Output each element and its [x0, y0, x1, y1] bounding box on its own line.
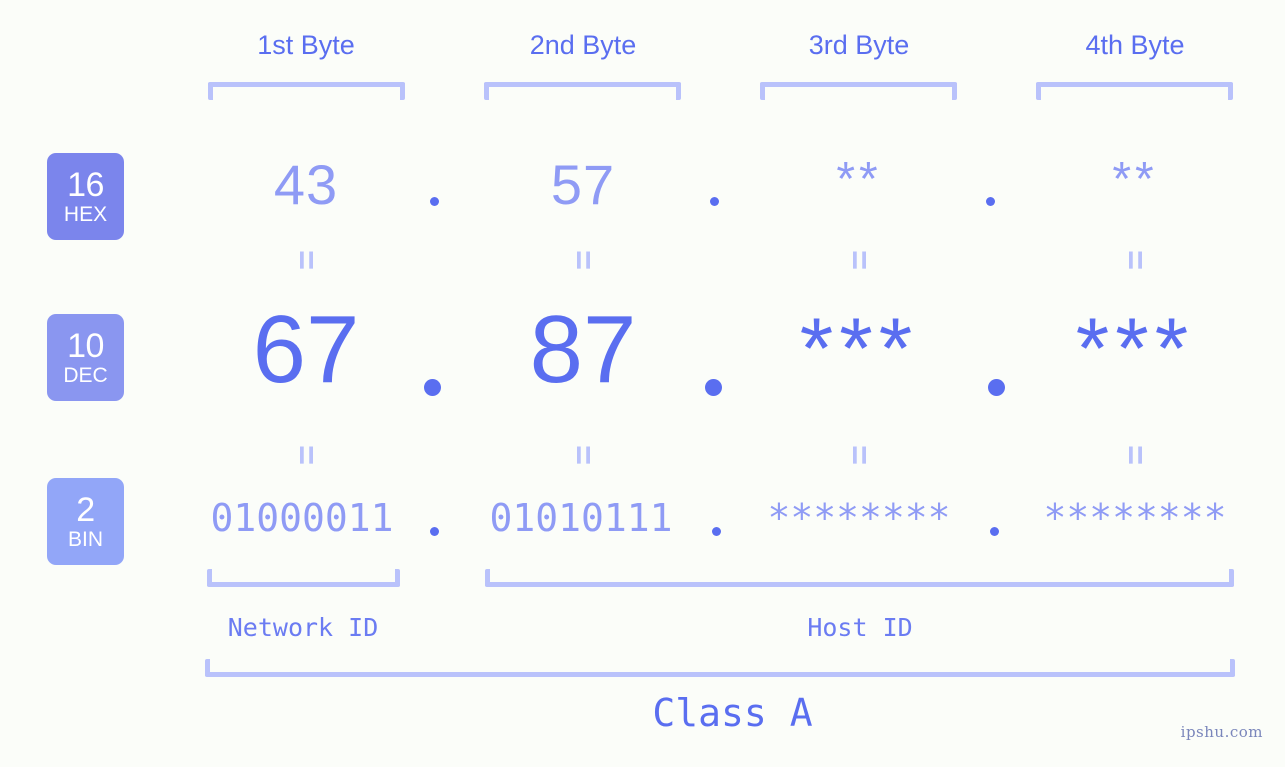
base-badge-hex-radix: 16 — [67, 166, 104, 204]
dec-value-byte-3: *** — [799, 301, 919, 397]
equals-icon-dec-bin-4: = — [1116, 445, 1154, 465]
dec-separator-dot-2 — [705, 379, 722, 396]
base-badge-dec: 10 DEC — [47, 314, 124, 401]
base-badge-hex-abbr: HEX — [63, 203, 108, 226]
byte-header-label-3: 3rd Byte — [808, 30, 910, 60]
bin-separator-dot-1 — [430, 527, 439, 536]
hex-separator-dot-2 — [710, 197, 719, 206]
ip-address-breakdown-diagram: 1st Byte 2nd Byte 3rd Byte 4th Byte 16 H… — [0, 0, 1285, 767]
dec-value-byte-4: *** — [1075, 301, 1195, 397]
byte-bracket-top-1 — [208, 82, 405, 100]
bin-value-byte-4: ******** — [1043, 496, 1227, 540]
byte-header-label-4: 4th Byte — [1085, 30, 1185, 60]
equals-icon-dec-bin-1: = — [287, 445, 325, 465]
base-badge-dec-abbr: DEC — [63, 364, 108, 387]
equals-icon-hex-dec-1: = — [287, 250, 325, 270]
equals-icon-hex-dec-4: = — [1116, 250, 1154, 270]
host-id-label: Host ID — [807, 613, 913, 642]
network-id-label: Network ID — [227, 613, 379, 642]
byte-bracket-top-4 — [1036, 82, 1233, 100]
host-id-bracket — [485, 569, 1234, 587]
byte-header-label-2: 2nd Byte — [529, 30, 637, 60]
dec-value-byte-1: 67 — [252, 296, 360, 403]
bin-value-byte-3: ******** — [767, 496, 951, 540]
base-badge-bin-abbr: BIN — [67, 528, 103, 551]
site-watermark: ipshu.com — [1180, 723, 1263, 741]
hex-value-byte-1: 43 — [273, 153, 339, 216]
dec-separator-dot-3 — [988, 379, 1005, 396]
hex-value-byte-4: ** — [1112, 153, 1158, 206]
equals-icon-hex-dec-3: = — [840, 250, 878, 270]
hex-separator-dot-3 — [986, 197, 995, 206]
dec-separator-dot-1 — [424, 379, 441, 396]
bin-value-byte-2: 01010111 — [489, 496, 673, 540]
bin-value-byte-1: 01000011 — [210, 496, 394, 540]
equals-icon-dec-bin-2: = — [564, 445, 602, 465]
network-id-bracket — [207, 569, 400, 587]
base-badge-dec-radix: 10 — [67, 327, 104, 365]
bin-separator-dot-2 — [712, 527, 721, 536]
hex-separator-dot-1 — [430, 197, 439, 206]
byte-bracket-top-3 — [760, 82, 957, 100]
hex-value-byte-3: ** — [836, 153, 882, 206]
equals-icon-hex-dec-2: = — [564, 250, 602, 270]
class-bracket — [205, 659, 1235, 677]
base-badge-bin: 2 BIN — [47, 478, 124, 565]
byte-header-label-1: 1st Byte — [257, 30, 355, 60]
byte-bracket-top-2 — [484, 82, 681, 100]
dec-value-byte-2: 87 — [529, 296, 637, 403]
base-badge-hex: 16 HEX — [47, 153, 124, 240]
base-badge-bin-radix: 2 — [76, 491, 95, 529]
equals-icon-dec-bin-3: = — [840, 445, 878, 465]
class-label: Class A — [652, 691, 813, 735]
bin-separator-dot-3 — [990, 527, 999, 536]
hex-value-byte-2: 57 — [550, 153, 616, 216]
